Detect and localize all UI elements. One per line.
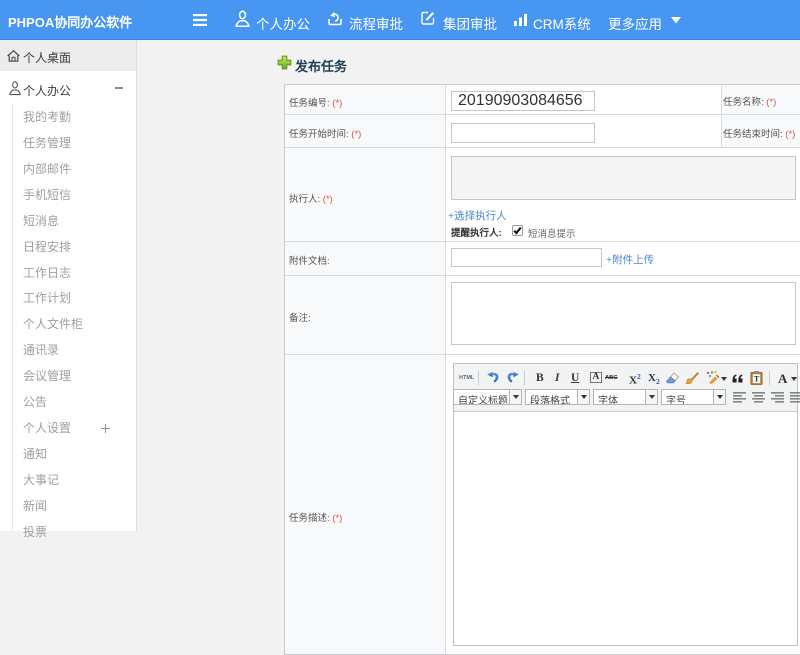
svg-text:T: T — [754, 375, 760, 384]
